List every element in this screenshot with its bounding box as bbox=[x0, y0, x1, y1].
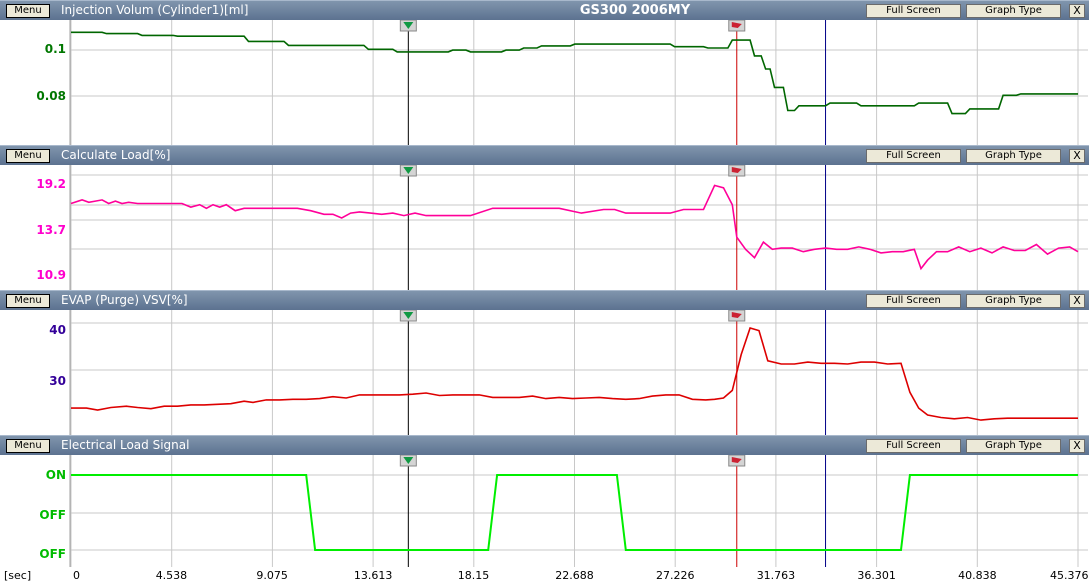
y-tick-label: 0.08 bbox=[36, 89, 66, 103]
y-tick-label: 40 bbox=[49, 323, 66, 337]
graph-type-button[interactable]: Graph Type bbox=[966, 4, 1061, 18]
x-tick-label: 18.15 bbox=[457, 569, 490, 582]
x-tick-label: 36.301 bbox=[857, 569, 896, 582]
red-flag-icon bbox=[728, 20, 746, 32]
green-down-arrow-icon bbox=[399, 310, 417, 322]
menu-button[interactable]: Menu bbox=[6, 294, 50, 308]
x-tick-label: 9.075 bbox=[256, 569, 288, 582]
chart bbox=[69, 455, 1088, 567]
menu-button[interactable]: Menu bbox=[6, 439, 50, 453]
full-screen-button[interactable]: Full Screen bbox=[866, 4, 961, 18]
x-tick-label: 13.613 bbox=[353, 569, 393, 582]
menu-button[interactable]: Menu bbox=[6, 149, 50, 163]
close-button[interactable]: X bbox=[1069, 294, 1085, 308]
full-screen-button[interactable]: Full Screen bbox=[866, 149, 961, 163]
y-tick-label: OFF bbox=[39, 508, 66, 522]
y-tick-label: 0.1 bbox=[44, 42, 66, 56]
x-tick-label: 0 bbox=[73, 569, 80, 582]
green-down-arrow-icon bbox=[399, 455, 417, 467]
green-down-arrow-icon bbox=[399, 20, 417, 32]
panel-injection-volume: Menu Injection Volum (Cylinder1)[ml] GS3… bbox=[0, 0, 1089, 145]
red-flag-icon bbox=[728, 455, 746, 467]
close-button[interactable]: X bbox=[1069, 4, 1085, 18]
close-button[interactable]: X bbox=[1069, 149, 1085, 163]
x-tick-label: 27.226 bbox=[656, 569, 695, 582]
red-flag-icon bbox=[728, 165, 746, 177]
panel-titlebar: Menu EVAP (Purge) VSV[%] Full Screen Gra… bbox=[0, 290, 1089, 310]
x-axis-unit: [sec] bbox=[4, 569, 32, 582]
chart bbox=[69, 310, 1088, 435]
panel-titlebar: Menu Electrical Load Signal Full Screen … bbox=[0, 435, 1089, 455]
panel-title: EVAP (Purge) VSV[%] bbox=[61, 293, 188, 307]
app-title: GS300 2006MY bbox=[579, 3, 691, 18]
y-tick-label: 10.9 bbox=[36, 268, 66, 282]
full-screen-button[interactable]: Full Screen bbox=[866, 439, 961, 453]
panel-calculate-load: Menu Calculate Load[%] Full Screen Graph… bbox=[0, 145, 1089, 290]
graph-type-button[interactable]: Graph Type bbox=[966, 149, 1061, 163]
panel-title: Electrical Load Signal bbox=[61, 438, 190, 452]
y-tick-label: 30 bbox=[49, 374, 66, 388]
green-down-arrow-icon bbox=[399, 165, 417, 177]
y-tick-label: 13.7 bbox=[36, 223, 66, 237]
x-axis: [sec] 0 4.538 9.075 13.613 18.15 22.688 27.226… bbox=[0, 567, 1089, 584]
panel-evap-vsv: Menu EVAP (Purge) VSV[%] Full Screen Gra… bbox=[0, 290, 1089, 435]
x-tick-label: 22.688 bbox=[555, 569, 594, 582]
plot-area[interactable]: ON OFF OFF bbox=[0, 455, 1089, 567]
plot-area[interactable]: 0.1 0.08 bbox=[0, 20, 1089, 145]
close-button[interactable]: X bbox=[1069, 439, 1085, 453]
x-tick-label: 4.538 bbox=[155, 569, 188, 582]
x-tick-label: 31.763 bbox=[756, 569, 796, 582]
panel-titlebar: Menu Injection Volum (Cylinder1)[ml] GS3… bbox=[0, 0, 1089, 20]
x-tick-label: 40.838 bbox=[958, 569, 997, 582]
graph-type-button[interactable]: Graph Type bbox=[966, 294, 1061, 308]
panel-title: Calculate Load[%] bbox=[61, 148, 171, 162]
graph-type-button[interactable]: Graph Type bbox=[966, 439, 1061, 453]
y-tick-label: ON bbox=[45, 468, 66, 482]
chart bbox=[69, 20, 1088, 145]
x-tick-label: 45.376 bbox=[1050, 569, 1089, 582]
y-tick-label: OFF bbox=[39, 547, 66, 561]
menu-button[interactable]: Menu bbox=[6, 4, 50, 18]
chart bbox=[69, 165, 1088, 290]
red-flag-icon bbox=[728, 310, 746, 322]
plot-area[interactable]: 19.2 13.7 10.9 bbox=[0, 165, 1089, 290]
full-screen-button[interactable]: Full Screen bbox=[866, 294, 961, 308]
panel-titlebar: Menu Calculate Load[%] Full Screen Graph… bbox=[0, 145, 1089, 165]
panel-title: Injection Volum (Cylinder1)[ml] bbox=[61, 3, 249, 17]
y-tick-label: 19.2 bbox=[36, 177, 66, 191]
plot-area[interactable]: 40 30 bbox=[0, 310, 1089, 435]
panel-electrical-load: Menu Electrical Load Signal Full Screen … bbox=[0, 435, 1089, 567]
